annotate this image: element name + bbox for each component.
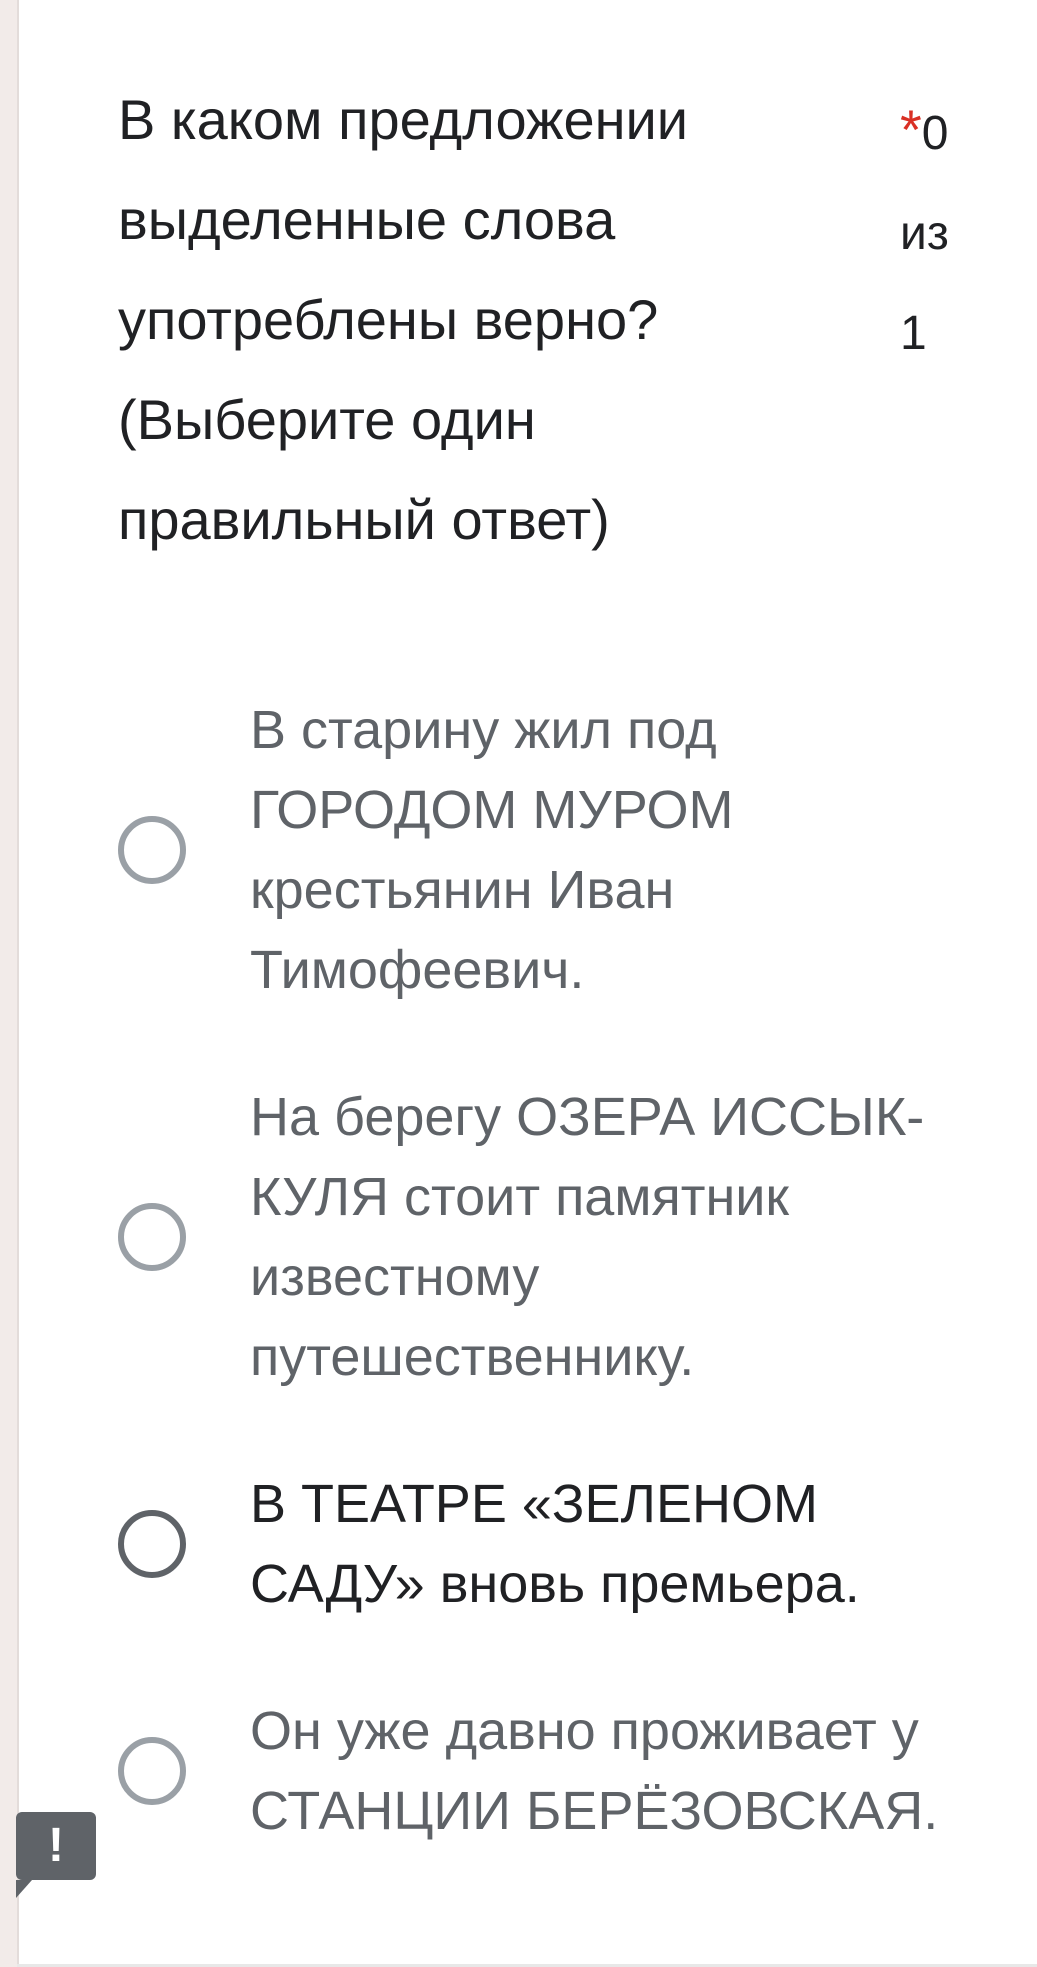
option-2-label: На берегу ОЗЕРА ИССЫК-КУЛЯ стоит памятни… (250, 1087, 925, 1387)
alert-icon[interactable]: ! (16, 1812, 96, 1898)
radio-button-4[interactable] (118, 1737, 186, 1805)
option-3-label: В ТЕАТРЕ «ЗЕЛЕНОМ САДУ» вновь премьера. (250, 1474, 860, 1614)
radio-button-2[interactable] (118, 1203, 186, 1271)
option-1[interactable]: В старину жил под ГОРОДОМ МУРОМ крестьян… (0, 690, 1037, 1010)
points-value: 0 (921, 107, 949, 160)
option-4-label: Он уже давно проживает у СТАНЦИИ БЕРЁЗОВ… (250, 1701, 939, 1841)
question-points: *0 из 1 (900, 80, 1010, 384)
question-title: В каком предложении выделенные слова упо… (118, 88, 689, 551)
answer-options: В старину жил под ГОРОДОМ МУРОМ крестьян… (0, 690, 1037, 1918)
option-4[interactable]: Он уже давно проживает у СТАНЦИИ БЕРЁЗОВ… (0, 1691, 1037, 1851)
radio-button-1[interactable] (118, 816, 186, 884)
required-asterisk: * (900, 98, 922, 161)
points-of: из (900, 207, 949, 260)
option-3[interactable]: В ТЕАТРЕ «ЗЕЛЕНОМ САДУ» вновь премьера. (0, 1464, 1037, 1624)
option-1-label: В старину жил под ГОРОДОМ МУРОМ крестьян… (250, 700, 734, 1000)
option-2[interactable]: На берегу ОЗЕРА ИССЫК-КУЛЯ стоит памятни… (0, 1077, 1037, 1397)
points-total: 1 (900, 307, 927, 360)
radio-button-3[interactable] (118, 1510, 186, 1578)
